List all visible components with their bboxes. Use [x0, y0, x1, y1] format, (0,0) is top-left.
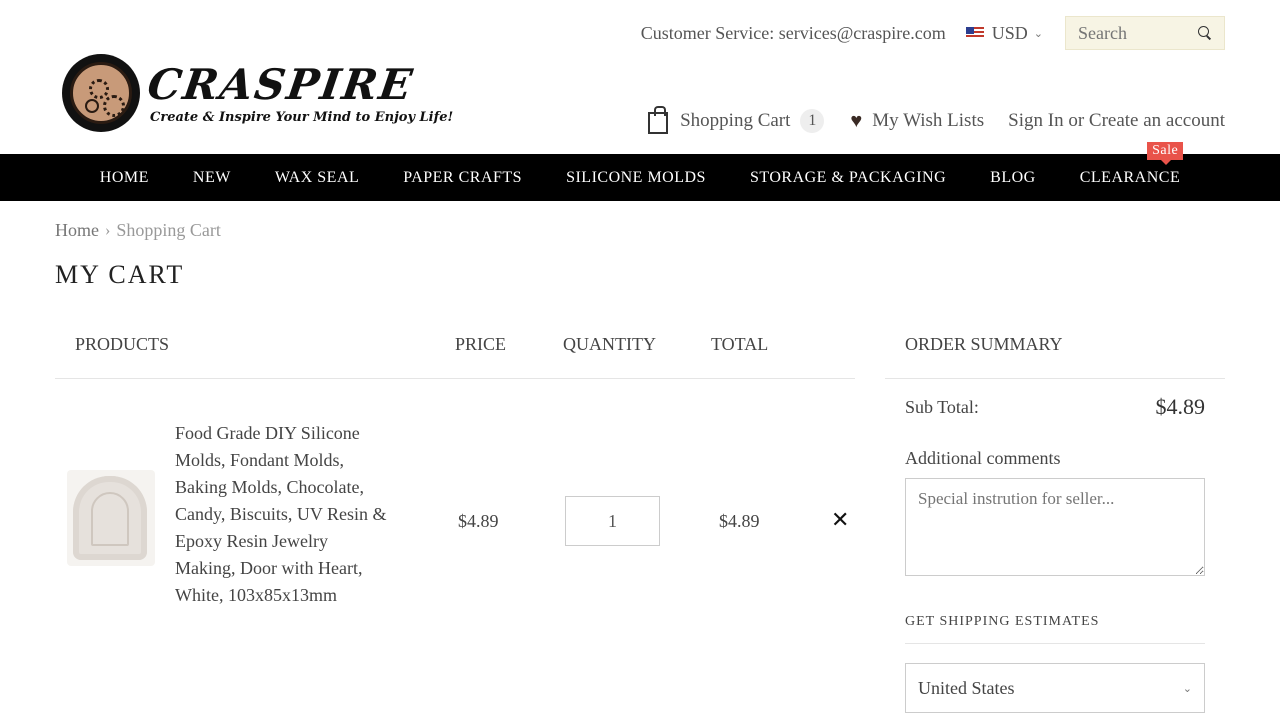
cart-count-badge: 1 — [800, 109, 825, 133]
subtotal-value: $4.89 — [1155, 394, 1206, 419]
breadcrumb-current: Shopping Cart — [116, 220, 221, 240]
subtotal-row: Sub Total: $4.89 — [905, 394, 1205, 420]
shopping-bag-icon — [648, 106, 669, 134]
column-price: PRICE — [455, 334, 507, 354]
user-links: Shopping Cart 1 ♥ My Wish Lists Sign In … — [648, 106, 1225, 134]
breadcrumb-home[interactable]: Home — [55, 220, 99, 241]
brand-tagline: Create & Inspire Your Mind to Enjoy Life… — [150, 110, 454, 125]
product-image[interactable] — [67, 470, 155, 566]
nav-item-storage-packaging[interactable]: STORAGE & PACKAGING — [750, 169, 946, 187]
order-summary-title: ORDER SUMMARY — [885, 322, 1225, 379]
subtotal-label: Sub Total: — [905, 396, 979, 417]
country-select[interactable]: United States ⌄ — [905, 663, 1205, 713]
us-flag-icon — [965, 27, 984, 39]
nav-item-clearance[interactable]: CLEARANCE Sale — [1079, 141, 1184, 187]
chevron-down-icon: ⌄ — [1182, 682, 1192, 695]
nav-item-wax-seal[interactable]: WAX SEAL — [275, 169, 359, 187]
nav-item-clearance-label: CLEARANCE — [1079, 168, 1181, 186]
chevron-down-icon: ⌄ — [1033, 27, 1043, 40]
search-input[interactable] — [1078, 22, 1188, 44]
wishlist-label: My Wish Lists — [872, 110, 985, 131]
page-title: MY CART — [55, 260, 185, 289]
sale-badge: Sale — [1147, 141, 1184, 165]
nav-item-new[interactable]: NEW — [193, 169, 231, 187]
item-price: $4.89 — [458, 511, 499, 531]
currency-label: USD — [991, 22, 1028, 43]
search-icon[interactable] — [1198, 26, 1212, 40]
wishlist-link[interactable]: ♥ My Wish Lists — [850, 110, 984, 133]
sign-in-link[interactable]: Sign In — [1008, 110, 1063, 131]
account-links: Sign In or Create an account — [1008, 110, 1225, 132]
remove-item-icon[interactable]: ✕ — [831, 508, 849, 533]
comments-label: Additional comments — [905, 448, 1061, 468]
cart-label: Shopping Cart — [680, 110, 791, 131]
logo-seal-icon — [62, 54, 140, 132]
brand-name: CRASPIRE — [144, 60, 417, 109]
column-products: PRODUCTS — [75, 334, 170, 354]
heart-icon: ♥ — [850, 109, 863, 132]
search-box — [1065, 16, 1225, 50]
shopping-cart-link[interactable]: Shopping Cart 1 — [648, 106, 825, 134]
breadcrumb: Home › Shopping Cart — [55, 220, 221, 241]
country-value: United States — [918, 677, 1015, 698]
brand-logo[interactable]: CRASPIRE Create & Inspire Your Mind to E… — [60, 52, 453, 136]
nav-item-silicone-molds[interactable]: SILICONE MOLDS — [566, 169, 706, 187]
cart-item-row: Food Grade DIY Silicone Molds, Fondant M… — [55, 380, 855, 660]
create-account-link[interactable]: Create an account — [1089, 110, 1225, 131]
chevron-right-icon: › — [105, 221, 111, 239]
nav-item-home[interactable]: HOME — [100, 169, 149, 187]
column-total: TOTAL — [711, 334, 769, 354]
customer-service-text: Customer Service: services@craspire.com — [640, 22, 946, 43]
top-bar: Customer Service: services@craspire.com … — [641, 16, 1225, 50]
main-nav: HOME NEW WAX SEAL PAPER CRAFTS SILICONE … — [0, 141, 1280, 201]
currency-selector[interactable]: USD ⌄ — [965, 22, 1043, 44]
product-name-link[interactable]: Food Grade DIY Silicone Molds, Fondant M… — [175, 420, 390, 609]
shipping-estimates-title: GET SHIPPING ESTIMATES — [905, 614, 1205, 644]
nav-item-blog[interactable]: BLOG — [990, 169, 1036, 187]
order-summary: ORDER SUMMARY Sub Total: $4.89 Additiona… — [885, 322, 1225, 713]
quantity-input[interactable] — [565, 496, 660, 546]
nav-item-paper-crafts[interactable]: PAPER CRAFTS — [403, 169, 522, 187]
column-quantity: QUANTITY — [563, 334, 656, 354]
item-total: $4.89 — [719, 511, 760, 531]
site-header: CRASPIRE Create & Inspire Your Mind to E… — [0, 0, 1280, 154]
or-text: or — [1068, 110, 1085, 131]
comments-textarea[interactable] — [905, 478, 1205, 576]
cart-table-header: PRODUCTS PRICE QUANTITY TOTAL — [55, 322, 855, 379]
